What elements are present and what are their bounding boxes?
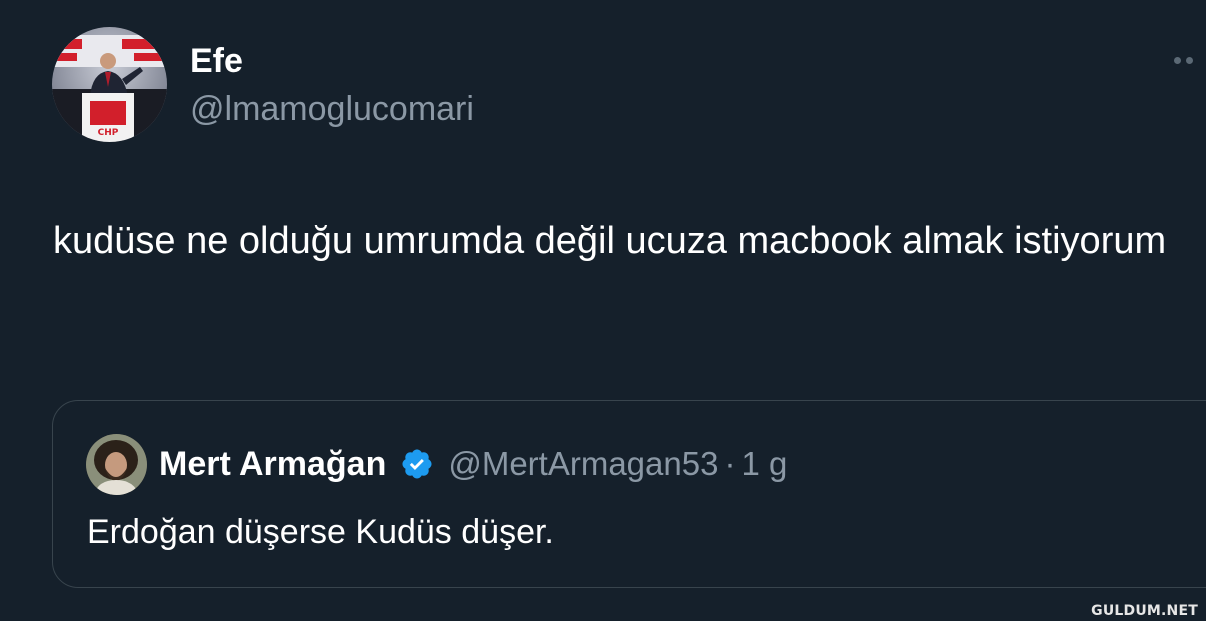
author-handle[interactable]: @lmamoglucomari <box>190 88 474 130</box>
quoted-tweet-card[interactable]: Mert Armağan @MertArmagan53 · 1 g Erdoğa… <box>52 400 1206 588</box>
more-dots-icon <box>1173 56 1181 64</box>
quoted-tweet-text: Erdoğan düşerse Kudüs düşer. <box>87 513 554 551</box>
quoted-author-display-name[interactable]: Mert Armağan <box>159 445 386 484</box>
more-options-button[interactable] <box>1166 50 1200 70</box>
tweet-text: kudüse ne olduğu umrumda değil ucuza mac… <box>53 220 1167 262</box>
avatar-image: CHP <box>52 27 167 142</box>
site-watermark: GULDUM.NET <box>1091 603 1198 619</box>
quoted-author-handle[interactable]: @MertArmagan53 <box>448 445 718 483</box>
quoted-author-avatar[interactable] <box>86 434 147 495</box>
quoted-tweet-timestamp[interactable]: 1 g <box>741 445 787 483</box>
header-separator: · <box>724 445 736 482</box>
verified-badge-icon[interactable] <box>400 447 434 481</box>
author-avatar[interactable]: CHP <box>52 27 167 142</box>
more-dots-icon <box>1185 56 1193 64</box>
quoted-avatar-image <box>86 434 147 495</box>
svg-text:CHP: CHP <box>98 128 119 138</box>
quoted-tweet-header: Mert Armağan @MertArmagan53 · 1 g <box>159 441 787 487</box>
author-display-name[interactable]: Efe <box>190 40 243 82</box>
